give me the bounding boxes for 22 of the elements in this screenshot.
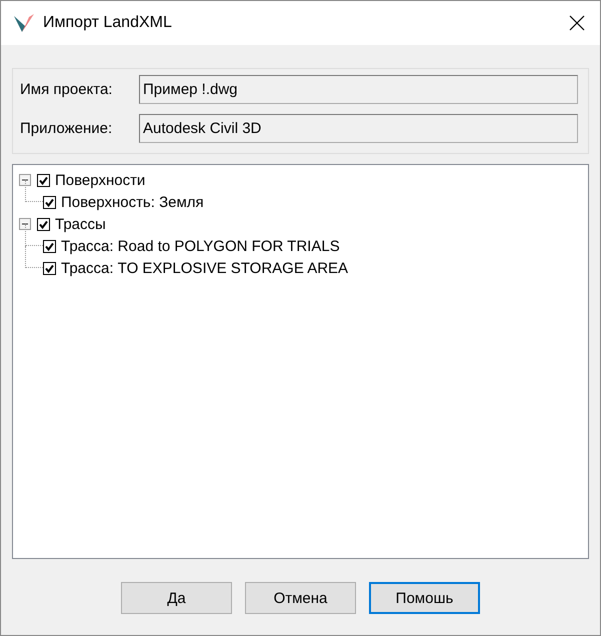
input-field[interactable]: Autodesk Civil 3D xyxy=(139,114,578,143)
dialog-button[interactable]: Помошь xyxy=(369,582,480,614)
input-field[interactable]: Пример !.dwg xyxy=(139,75,578,104)
checkbox[interactable] xyxy=(37,174,50,186)
field-label: Имя проекта: xyxy=(20,81,114,98)
tree-item[interactable]: Трасса: TO EXPLOSIVE STORAGE AREA xyxy=(61,260,348,276)
checkbox[interactable] xyxy=(43,240,56,252)
tree-item[interactable]: Поверхности xyxy=(55,172,146,188)
dialog-button[interactable]: Отмена xyxy=(245,582,356,614)
checkbox[interactable] xyxy=(43,196,56,208)
checkbox[interactable] xyxy=(37,218,50,230)
tree-item[interactable]: Трассы xyxy=(55,216,106,232)
app-logo-icon xyxy=(13,12,35,34)
dialog-button[interactable]: Да xyxy=(121,582,232,614)
collapse-icon[interactable] xyxy=(19,174,31,186)
collapse-icon[interactable] xyxy=(19,218,31,230)
field-label: Приложение: xyxy=(20,120,114,137)
tree-item[interactable]: Поверхность: Земля xyxy=(61,194,204,210)
close-icon[interactable] xyxy=(569,15,585,31)
checkbox[interactable] xyxy=(43,262,56,274)
tree-item[interactable]: Трасса: Road to POLYGON FOR TRIALS xyxy=(61,238,340,254)
window-title: Импорт LandXML xyxy=(43,14,173,32)
